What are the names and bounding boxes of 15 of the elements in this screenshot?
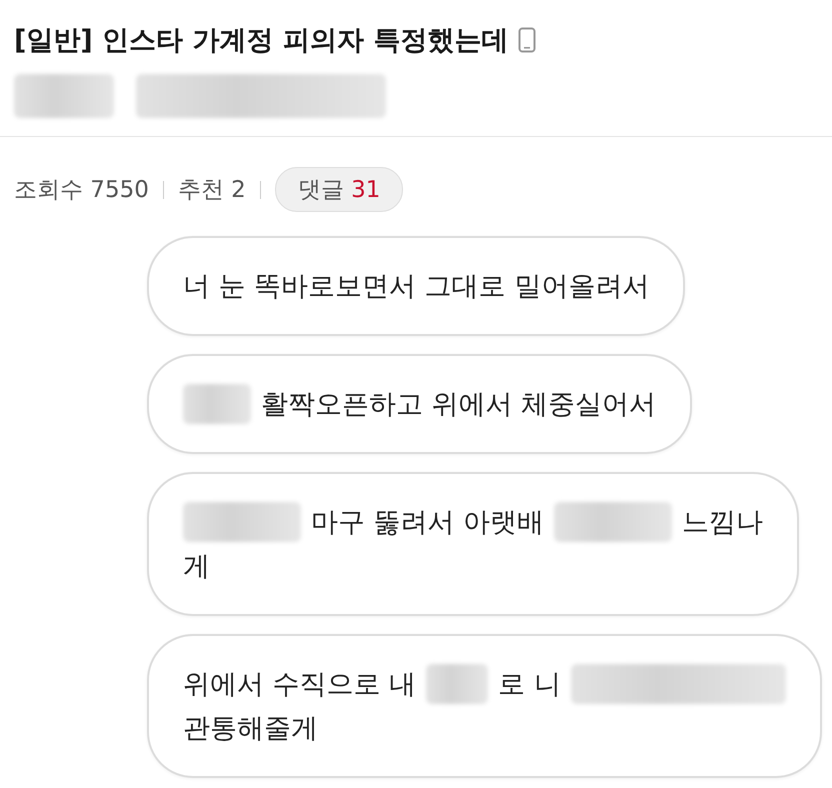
message-text: 느낌나	[682, 506, 764, 540]
comment-count-button[interactable]: 댓글 31	[274, 167, 404, 212]
message-text: 로 니	[498, 668, 561, 702]
message-text: 관통해줄게	[183, 712, 318, 746]
redaction-blur	[183, 384, 251, 424]
phone-icon	[518, 27, 536, 53]
message-text: 너 눈 똑바로보면서 그대로 밀어올려서	[183, 270, 650, 304]
message-text: 마구 뚫려서 아랫배	[311, 506, 544, 540]
message-text: 활짝오픈하고 위에서 체중실어서	[261, 388, 656, 422]
view-count: 조회수 7550	[14, 176, 149, 205]
post-title: [일반] 인스타 가계정 피의자 특정했는데	[14, 24, 508, 58]
like-count: 추천 2	[178, 176, 246, 205]
message-text: 게	[183, 550, 210, 584]
redaction-blur	[426, 664, 488, 704]
message-text: 위에서 수직으로 내	[183, 668, 416, 702]
